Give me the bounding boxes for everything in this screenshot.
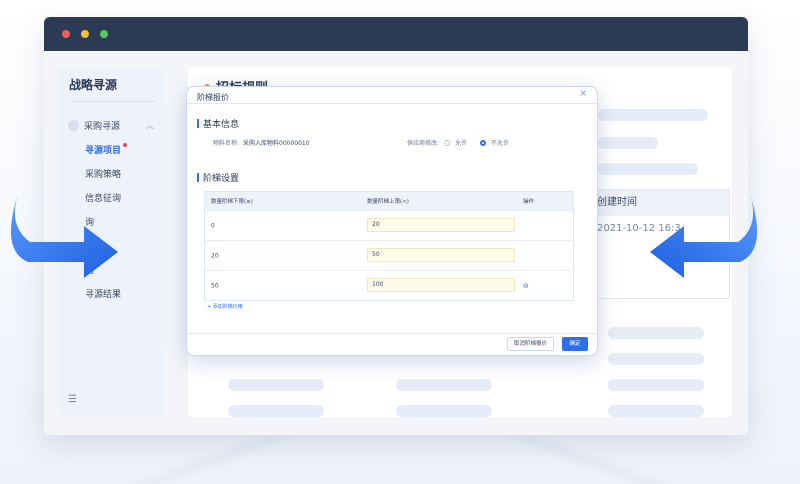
sidebar-item-sourcing-project[interactable]: 寻源项目 — [85, 143, 128, 156]
placeholder-bar — [608, 379, 704, 391]
col-op-header: 操作 — [523, 199, 535, 205]
placeholder-bar — [228, 405, 324, 417]
placeholder-bar — [608, 405, 704, 417]
tier-upper-input[interactable]: 20 — [367, 218, 515, 232]
section-bar — [197, 173, 199, 182]
chevron-up-icon: ︿ — [146, 120, 154, 130]
sidebar-item-label: 寻源结果 — [85, 290, 122, 300]
menu-collapse-icon[interactable]: ☰ — [68, 394, 77, 405]
table-row: 0 20 — [205, 210, 573, 240]
sidebar-group-sourcing[interactable]: 采购寻源 ︿ — [68, 117, 158, 133]
radio-deny-label: 不允许 — [491, 140, 510, 147]
window-titlebar — [44, 17, 748, 51]
section-bar — [197, 119, 199, 128]
group-circle-icon — [68, 119, 79, 131]
section-tier-settings: 阶梯设置 — [197, 171, 239, 184]
notification-dot — [123, 143, 128, 147]
sidebar-item-result[interactable]: 寻源结果 — [85, 287, 121, 300]
modal-divider — [187, 103, 597, 104]
section-title-text: 基本信息 — [203, 120, 240, 130]
tier-upper-input[interactable]: 100 — [367, 278, 515, 292]
arrow-left-icon — [650, 194, 758, 278]
tier-upper-input[interactable]: 50 — [367, 248, 515, 262]
radio-deny[interactable] — [480, 139, 487, 146]
tier-table: 数量阶梯下限(≥) 数量阶梯上限(<) 操作 0 20 20 50 50 100… — [204, 191, 574, 301]
col-upper-header: 数量阶梯上限(<) — [367, 199, 409, 205]
maximize-window-dot[interactable] — [100, 30, 108, 38]
table-row: 20 50 — [205, 240, 573, 270]
placeholder-bar — [608, 353, 704, 365]
minimize-window-dot[interactable] — [81, 30, 89, 38]
placeholder-bar — [598, 163, 698, 175]
tier-lower-value: 20 — [211, 252, 219, 259]
section-title-text: 阶梯设置 — [203, 174, 240, 184]
tier-lower-value: 50 — [211, 282, 219, 289]
tier-price-modal: 阶梯报价 × 基本信息 物料名称: 采购入库物料00000010 供应商修改: 允… — [186, 86, 598, 356]
modal-footer-divider — [187, 333, 597, 334]
sidebar-item-strategy[interactable]: 采购策略 — [85, 167, 121, 180]
supplier-modify-label: 供应商修改: — [407, 140, 440, 147]
section-basic-info: 基本信息 — [197, 117, 239, 130]
placeholder-bar — [608, 327, 704, 339]
tier-table-header: 数量阶梯下限(≥) 数量阶梯上限(<) 操作 — [205, 192, 573, 210]
placeholder-bar — [396, 405, 492, 417]
placeholder-bar — [598, 137, 658, 149]
col-lower-header: 数量阶梯下限(≥) — [211, 199, 253, 205]
radio-allow-label: 允许 — [455, 140, 468, 147]
placeholder-bar — [598, 109, 708, 121]
cancel-tier-button[interactable]: 取消阶梯报价 — [507, 337, 555, 351]
material-value: 采购入库物料00000010 — [243, 140, 310, 147]
close-window-dot[interactable] — [62, 30, 70, 38]
radio-allow[interactable] — [444, 139, 451, 146]
delete-row-icon[interactable]: ⊖ — [523, 282, 529, 290]
placeholder-bar — [396, 379, 492, 391]
add-tier-link[interactable]: + 添加阶梯价格 — [207, 303, 243, 310]
table-row: 50 100 ⊖ — [205, 270, 573, 300]
modal-title: 阶梯报价 — [197, 93, 229, 102]
sidebar-divider — [69, 101, 156, 102]
tier-lower-value: 0 — [211, 222, 215, 229]
close-icon[interactable]: × — [579, 89, 587, 99]
sidebar-title: 战略寻源 — [69, 78, 118, 92]
supplier-modify-radio-group: 供应商修改: 允许 不允许 — [407, 138, 509, 147]
confirm-button[interactable]: 确定 — [562, 337, 588, 351]
sidebar-group-label: 采购寻源 — [84, 121, 121, 132]
sidebar-item-label: 寻源项目 — [85, 146, 122, 156]
sidebar-item-label: 采购策略 — [85, 170, 122, 180]
placeholder-bar — [228, 379, 324, 391]
material-label: 物料名称: — [213, 140, 240, 147]
material-name-field: 物料名称: 采购入库物料00000010 — [213, 138, 310, 147]
arrow-right-icon — [10, 194, 119, 278]
